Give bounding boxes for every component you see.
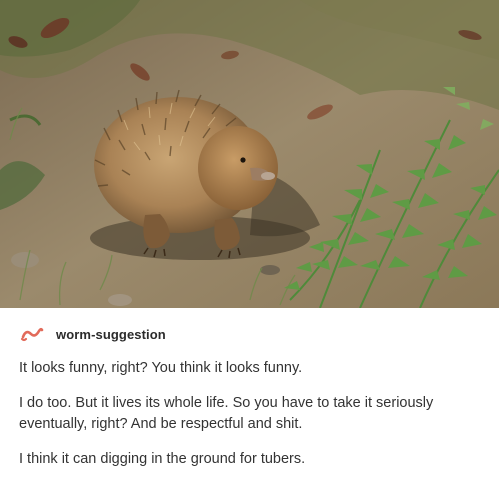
worm-icon bbox=[19, 322, 45, 346]
post-paragraph: I think it can digging in the ground for… bbox=[19, 451, 306, 467]
echidna-photo bbox=[0, 0, 499, 308]
author-username[interactable]: worm-suggestion bbox=[56, 327, 166, 342]
post-paragraph: It looks funny, right? You think it look… bbox=[19, 360, 303, 376]
post-author[interactable]: worm-suggestion bbox=[19, 322, 166, 346]
post-card: worm-suggestion It looks funny, right? Y… bbox=[0, 0, 499, 477]
post-paragraph: I do too. But it lives its whole life. S… bbox=[19, 395, 434, 432]
post-body: It looks funny, right? You think it look… bbox=[19, 358, 481, 484]
post-photo bbox=[0, 0, 499, 308]
